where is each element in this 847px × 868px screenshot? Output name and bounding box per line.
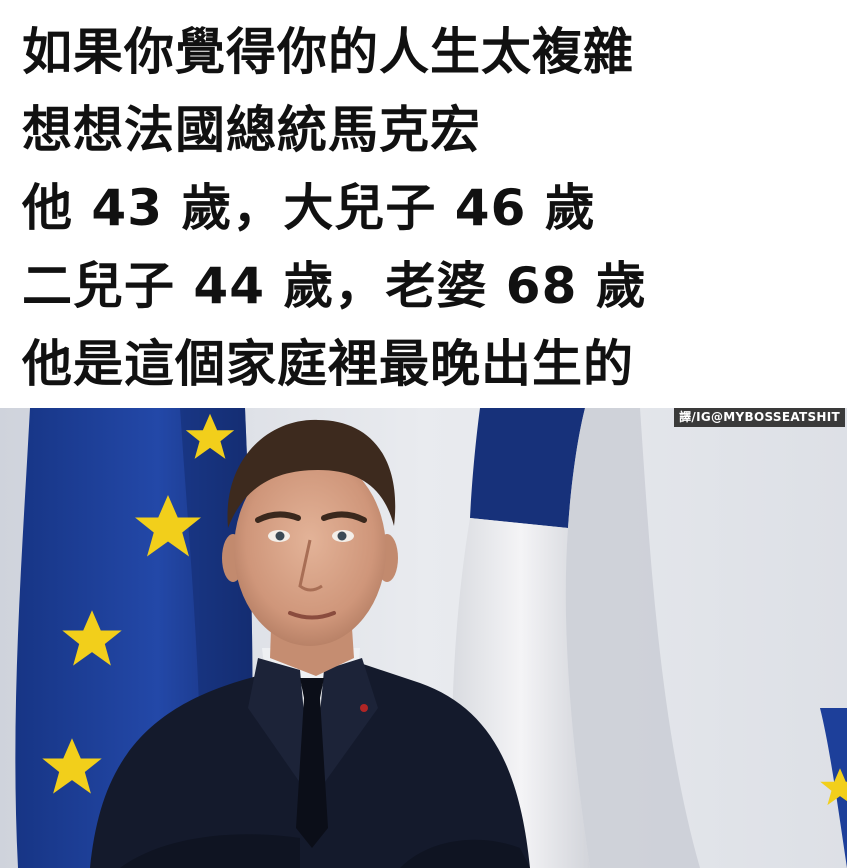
caption-panel: 如果你覺得你的人生太複雜 想想法國總統馬克宏 他 43 歲，大兒子 46 歲 二…: [0, 0, 847, 408]
caption-line-2: 想想法國總統馬克宏: [22, 101, 481, 159]
caption-line-3: 他 43 歲，大兒子 46 歲: [22, 179, 596, 237]
portrait-photo: [0, 408, 847, 868]
credit-watermark: 譯/IG@MYBOSSEATSHIT: [674, 408, 845, 427]
caption-line-5: 他是這個家庭裡最晚出生的: [22, 335, 634, 393]
caption-line-1: 如果你覺得你的人生太複雜: [22, 23, 634, 81]
caption-line-4: 二兒子 44 歲，老婆 68 歲: [22, 257, 647, 315]
meme-canvas: 如果你覺得你的人生太複雜 想想法國總統馬克宏 他 43 歲，大兒子 46 歲 二…: [0, 0, 847, 868]
